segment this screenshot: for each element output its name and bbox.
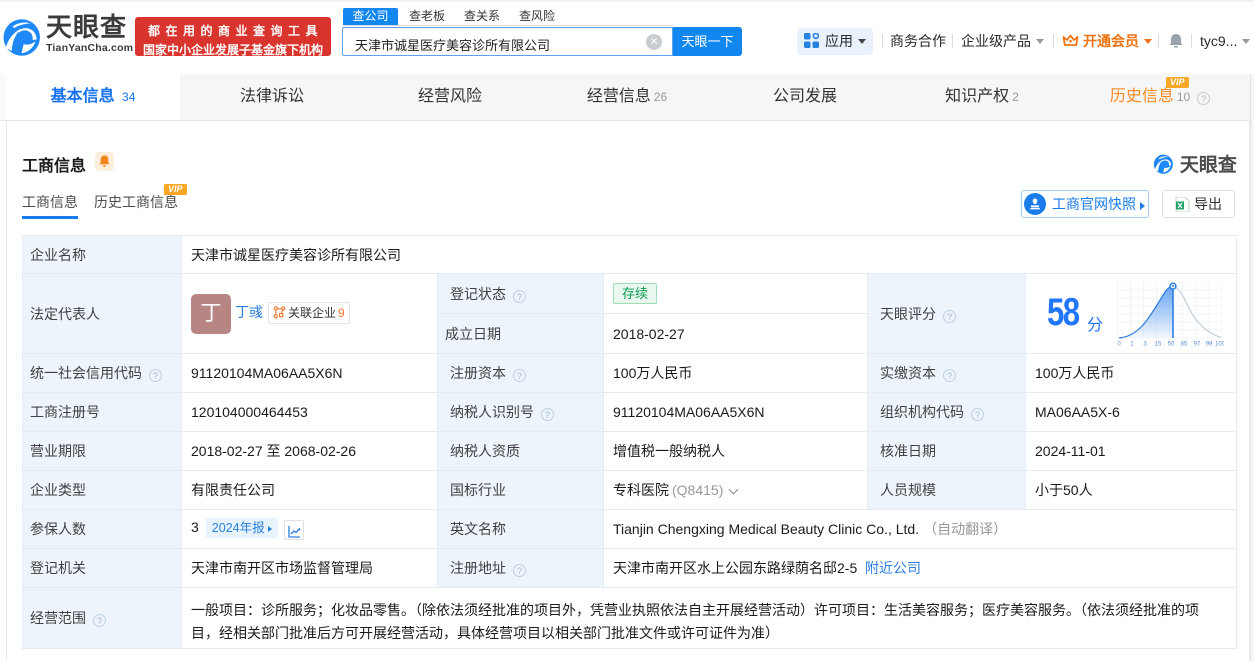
svg-text:50: 50 [1168, 342, 1175, 347]
svg-text:99: 99 [1206, 342, 1213, 347]
svg-text:3: 3 [1143, 342, 1147, 347]
svg-text:100: 100 [1215, 342, 1224, 347]
svg-text:0: 0 [1117, 342, 1121, 347]
svg-text:85: 85 [1181, 342, 1188, 347]
svg-text:97: 97 [1194, 342, 1201, 347]
svg-text:15: 15 [1155, 342, 1162, 347]
svg-text:1: 1 [1130, 342, 1134, 347]
